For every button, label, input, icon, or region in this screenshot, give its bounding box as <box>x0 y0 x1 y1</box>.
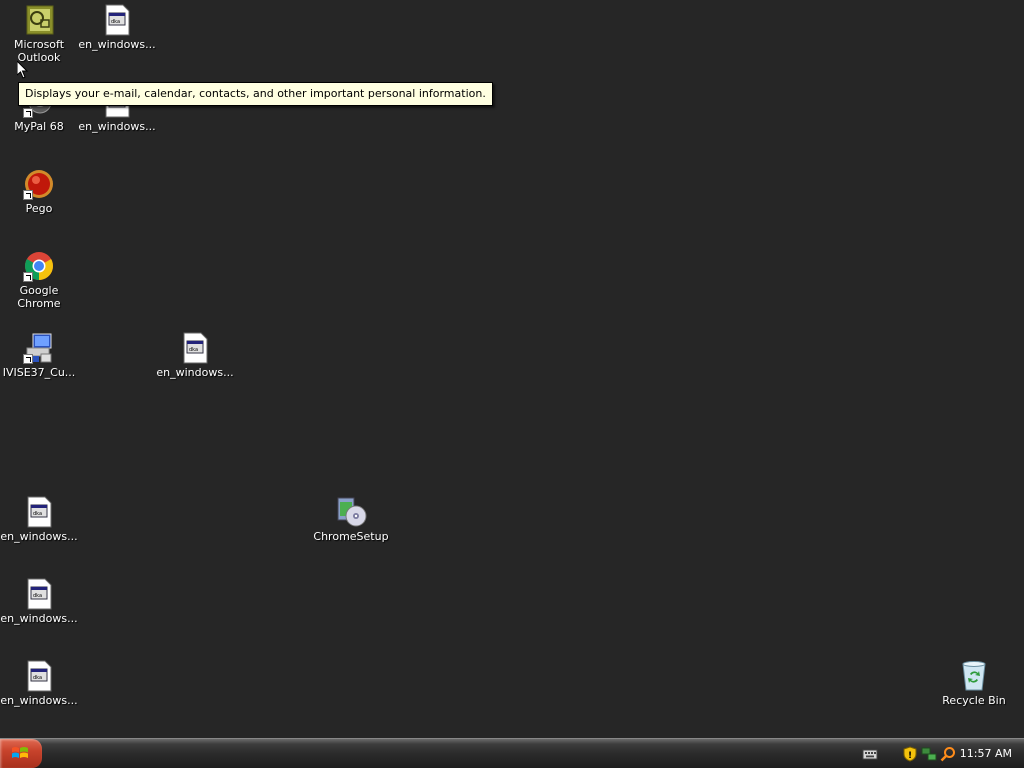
desktop-icon-ivise[interactable]: IVISE37_Cu... <box>0 330 78 408</box>
desktop-icon-label: ChromeSetup <box>313 530 389 543</box>
desktop-icon-pego[interactable]: Pego <box>0 166 78 244</box>
desktop[interactable]: Microsoft Outlook dka en_windows... MyPa… <box>0 0 1024 738</box>
desktop-icon-en-windows-4[interactable]: dka en_windows... <box>0 494 78 572</box>
svg-text:dka: dka <box>111 19 120 25</box>
document-icon: dka <box>183 332 208 364</box>
document-icon: dka <box>27 660 52 692</box>
shortcut-arrow-icon <box>23 108 33 118</box>
desktop-icon-label: IVISE37_Cu... <box>2 366 76 379</box>
desktop-icon-label: en_windows... <box>78 38 156 51</box>
shortcut-arrow-icon <box>23 190 33 200</box>
desktop-icon-label: en_windows... <box>0 694 78 707</box>
desktop-icon-label: Recycle Bin <box>942 694 1006 707</box>
document-icon: dka <box>105 4 130 36</box>
security-shield-icon[interactable]: ! <box>902 746 918 762</box>
desktop-icon-en-windows-1[interactable]: dka en_windows... <box>78 2 156 80</box>
desktop-icon-label: en_windows... <box>0 530 78 543</box>
outlook-icon <box>26 5 54 35</box>
desktop-icon-chrome[interactable]: Google Chrome <box>0 248 78 326</box>
network-icon[interactable] <box>921 746 937 762</box>
taskbar-clock[interactable]: 11:57 AM <box>960 739 1012 768</box>
desktop-icon-label: Google Chrome <box>17 284 61 310</box>
desktop-icon-label: en_windows... <box>0 612 78 625</box>
recycle-bin-icon <box>962 661 986 691</box>
desktop-icon-chromesetup[interactable]: ChromeSetup <box>312 494 390 572</box>
document-icon: dka <box>27 496 52 528</box>
desktop-icon-label: MyPal 68 <box>14 120 64 133</box>
start-button[interactable] <box>0 739 42 768</box>
svg-text:!: ! <box>908 751 912 761</box>
desktop-icon-en-windows-5[interactable]: dka en_windows... <box>0 576 78 654</box>
desktop-icon-label: en_windows... <box>156 366 234 379</box>
svg-text:dka: dka <box>33 511 42 517</box>
desktop-icon-outlook[interactable]: Microsoft Outlook <box>0 2 78 80</box>
search-icon[interactable] <box>940 746 956 762</box>
desktop-icon-en-windows-6[interactable]: dka en_windows... <box>0 658 78 736</box>
windows-logo-icon <box>12 747 28 758</box>
desktop-icon-label: Pego <box>25 202 53 215</box>
desktop-icon-recycle-bin[interactable]: Recycle Bin <box>935 658 1013 736</box>
taskbar: ! 11:57 AM <box>0 738 1024 768</box>
setup-disc-icon <box>337 497 367 527</box>
shortcut-arrow-icon <box>23 354 33 364</box>
system-tray: ! 11:57 AM <box>854 739 1024 768</box>
document-icon: dka <box>27 578 52 610</box>
svg-text:dka: dka <box>33 675 42 681</box>
shortcut-arrow-icon <box>23 272 33 282</box>
mouse-cursor-icon <box>17 61 29 79</box>
keyboard-icon[interactable] <box>862 746 878 762</box>
desktop-icon-label: Microsoft Outlook <box>13 38 65 64</box>
svg-text:dka: dka <box>189 347 198 353</box>
svg-text:dka: dka <box>33 593 42 599</box>
desktop-icon-en-windows-3[interactable]: dka en_windows... <box>156 330 234 408</box>
desktop-icon-label: en_windows... <box>78 120 156 133</box>
tooltip: Displays your e-mail, calendar, contacts… <box>18 82 493 106</box>
